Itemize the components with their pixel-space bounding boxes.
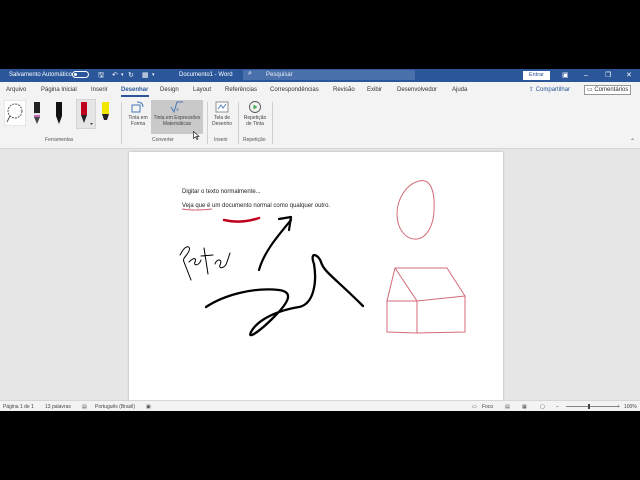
ink-arrow-shaft xyxy=(257,218,293,272)
comments-label: Comentários xyxy=(594,87,629,93)
zoom-in-icon[interactable]: + xyxy=(617,404,620,410)
group-label-ferramentas: Ferramentas xyxy=(45,137,74,143)
search-box[interactable]: ⌕ Pesquisar xyxy=(243,70,415,80)
word-count[interactable]: 13 palavras xyxy=(45,404,71,410)
ink-to-math-button[interactable]: Tinta em Expressões Matemáticas xyxy=(148,115,206,127)
share-label: Compartilhar xyxy=(535,87,571,93)
comment-icon: ▭ xyxy=(587,87,593,93)
tab-pagina-inicial[interactable]: Página Inicial xyxy=(41,87,77,93)
customize-toolbar-icon[interactable]: ▾ xyxy=(152,71,155,80)
tab-inserir[interactable]: Inserir xyxy=(91,87,108,93)
ribbon-tabs: Arquivo Página Inicial Inserir Desenhar … xyxy=(0,82,640,98)
redo-icon[interactable]: ↻ xyxy=(128,71,134,80)
page-count[interactable]: Página 1 de 1 xyxy=(3,404,34,410)
drawing-canvas-label-2: Desenho xyxy=(211,121,232,127)
ink-red-underline xyxy=(222,216,261,223)
comments-button[interactable]: ▭ Comentários xyxy=(584,85,632,95)
title-bar: Salvamento Automático 🖫 ↶ ▾ ↻ ▦ ▾ Docume… xyxy=(0,69,640,82)
save-icon[interactable]: 🖫 xyxy=(98,71,104,80)
svg-text:x: x xyxy=(176,107,179,113)
read-mode-icon[interactable]: ▤ xyxy=(505,404,510,410)
document-area: Digitar o texto normalmente... Veja que … xyxy=(0,149,640,403)
ink-red-strike xyxy=(181,208,213,211)
zoom-out-icon[interactable]: – xyxy=(556,404,559,410)
drawing-canvas-button[interactable]: Tela de Desenho xyxy=(208,115,236,127)
group-label-converter: Converter xyxy=(152,137,174,143)
undo-dropdown-icon[interactable]: ▾ xyxy=(121,71,124,80)
search-placeholder: Pesquisar xyxy=(266,72,293,78)
ink-layer xyxy=(179,180,466,337)
undo-icon[interactable]: ↶ xyxy=(112,71,118,80)
search-icon: ⌕ xyxy=(248,70,252,77)
group-label-repeticao: Repetição xyxy=(243,137,266,143)
tab-exibir[interactable]: Exibir xyxy=(367,87,382,93)
accessibility-icon[interactable]: ▣ xyxy=(146,404,151,410)
collapse-ribbon-icon[interactable]: ⌃ xyxy=(630,138,635,145)
zoom-slider-thumb[interactable] xyxy=(588,404,590,409)
quick-access-icon[interactable]: ▦ xyxy=(142,71,149,80)
share-button[interactable]: ⇪ Compartilhar xyxy=(529,86,570,93)
language-indicator[interactable]: Português (Brasil) xyxy=(95,404,135,410)
proofing-icon[interactable]: ▤ xyxy=(82,404,87,410)
lasso-select-icon[interactable] xyxy=(4,100,26,126)
tab-desenvolvedor[interactable]: Desenvolvedor xyxy=(397,87,437,93)
ink-handwriting-retea xyxy=(179,246,231,281)
pen-black-icon[interactable] xyxy=(31,100,43,126)
tab-arquivo[interactable]: Arquivo xyxy=(6,87,26,93)
pen-dark-icon[interactable] xyxy=(53,100,65,126)
zoom-slider[interactable] xyxy=(566,406,618,407)
ink-replay-button[interactable]: Repetição de Tinta xyxy=(240,115,270,127)
mouse-cursor-icon xyxy=(193,131,200,140)
tab-correspondencias[interactable]: Correspondências xyxy=(270,87,319,93)
print-layout-icon[interactable]: ▦ xyxy=(522,404,527,410)
ink-squiggle xyxy=(204,253,365,337)
pen-red-icon[interactable] xyxy=(76,99,96,129)
word-window: Salvamento Automático 🖫 ↶ ▾ ↻ ▦ ▾ Docume… xyxy=(0,69,640,411)
ribbon-separator xyxy=(121,102,122,144)
focus-mode-button[interactable]: Foco xyxy=(482,404,493,410)
active-tab-indicator xyxy=(121,95,149,97)
tab-desenhar[interactable]: Desenhar xyxy=(121,87,148,93)
ribbon-display-options-icon[interactable]: ▣ xyxy=(562,71,569,80)
ink-to-math-icon[interactable]: x xyxy=(170,101,184,113)
tab-design[interactable]: Design xyxy=(160,87,179,93)
ink-to-shape-label-2: Forma xyxy=(130,121,146,127)
tab-ajuda[interactable]: Ajuda xyxy=(452,87,467,93)
document-page[interactable]: Digitar o texto normalmente... Veja que … xyxy=(129,152,503,403)
restore-icon[interactable]: ❐ xyxy=(605,71,611,80)
minimize-icon[interactable]: – xyxy=(584,71,588,80)
tab-layout[interactable]: Layout xyxy=(193,87,211,93)
zoom-level[interactable]: 100% xyxy=(624,404,637,410)
web-layout-icon[interactable]: ▢ xyxy=(540,404,545,410)
focus-icon[interactable]: ▭ xyxy=(472,404,477,410)
ink-oval-shape xyxy=(396,180,435,240)
tab-referencias[interactable]: Referências xyxy=(225,87,257,93)
document-title: Documento1 - Word xyxy=(179,72,233,78)
tab-revisao[interactable]: Revisão xyxy=(333,87,355,93)
ink-replay-label-2: de Tinta xyxy=(246,121,264,127)
highlighter-yellow-icon[interactable] xyxy=(99,100,113,126)
status-bar: Página 1 de 1 13 palavras ▤ Português (B… xyxy=(0,400,640,411)
ink-to-math-label-2: Matemáticas xyxy=(162,121,192,127)
sign-in-button[interactable]: Entrar xyxy=(523,71,550,80)
ribbon-separator xyxy=(238,102,239,144)
ribbon: Ferramentas Tinta em Forma x Tinta em Ex… xyxy=(0,98,640,149)
ink-replay-icon[interactable] xyxy=(248,100,262,114)
ink-box-shape xyxy=(386,267,466,334)
autosave-label: Salvamento Automático xyxy=(9,72,73,78)
ink-to-shape-icon[interactable] xyxy=(131,101,145,113)
drawing-canvas-icon[interactable] xyxy=(215,101,229,113)
close-icon[interactable]: ✕ xyxy=(626,71,632,80)
autosave-toggle[interactable] xyxy=(72,71,89,78)
group-label-inserir: Inserir xyxy=(214,137,228,143)
ribbon-separator xyxy=(272,102,273,144)
share-icon: ⇪ xyxy=(529,87,535,93)
